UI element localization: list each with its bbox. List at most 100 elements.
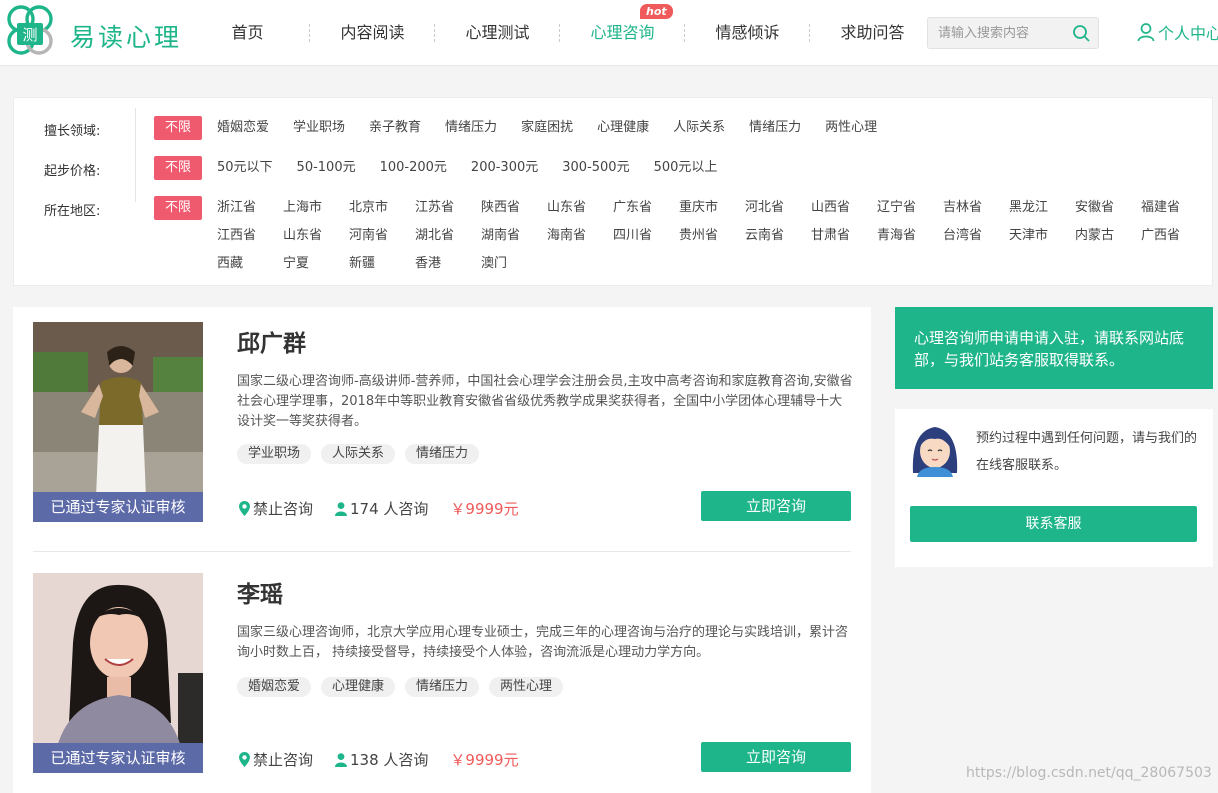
filter-option[interactable]: 河南省 [349,224,391,252]
filter-label: 起步价格: [44,164,101,179]
filter-option[interactable]: 福建省 [1141,196,1183,224]
service-help-text: 预约过程中遇到任何问题，请与我们的在线客服联系。 [976,431,1198,473]
filter-option[interactable]: 上海市 [283,196,325,224]
filter-option[interactable]: 广西省 [1141,224,1183,252]
filter-option[interactable]: 天津市 [1009,224,1051,252]
filter-option[interactable]: 湖北省 [415,224,457,252]
search-icon[interactable] [1072,24,1090,42]
user-icon [1137,23,1155,42]
consultant-name[interactable]: 李瑶 [237,575,283,609]
consult-now-button[interactable]: 立即咨询 [701,491,851,521]
filter-option[interactable]: 海南省 [547,224,589,252]
search-input[interactable] [928,18,1063,48]
filter-option[interactable]: 300-500元 [562,156,629,184]
consultant-card: 已通过专家认证审核 邱广群 国家二级心理咨询师-高级讲师-营养师，中国社会心理学… [33,322,853,552]
consultant-tag: 婚姻恋爱 [237,677,312,697]
filter-option[interactable]: 安徽省 [1075,196,1117,224]
filter-option[interactable]: 200-300元 [471,156,538,184]
location-info: 禁止咨询 [239,498,313,519]
watermark-url: https://blog.csdn.net/qq_28067503 [966,765,1212,781]
filter-option[interactable]: 亲子教育 [369,116,421,144]
filter-option[interactable]: 人际关系 [673,116,725,144]
filter-option[interactable]: 50元以下 [217,156,273,184]
user-center-link[interactable]: 个人中心 [1136,20,1218,44]
filter-option[interactable]: 新疆 [349,252,391,280]
filter-option[interactable]: 黑龙江 [1009,196,1051,224]
top-header: 测 易读心理 首页 内容阅读 心理测试 心理咨询 hot 情感倾诉 求助问答 个… [0,0,1218,66]
nav-qa[interactable]: 求助问答 [810,21,935,45]
filter-option[interactable]: 婚姻恋爱 [217,116,269,144]
filter-option[interactable]: 北京市 [349,196,391,224]
user-center-label: 个人中心 [1158,24,1218,43]
filter-option[interactable]: 澳门 [481,252,523,280]
nav-counseling[interactable]: 心理咨询 hot [560,4,685,45]
filter-option[interactable]: 青海省 [877,224,919,252]
consultant-tag: 人际关系 [321,444,396,464]
filter-all-button[interactable]: 不限 [154,196,202,220]
filter-all-button[interactable]: 不限 [154,156,202,180]
filter-option[interactable]: 学业职场 [293,116,345,144]
filter-option[interactable]: 心理健康 [597,116,649,144]
filter-options: 婚姻恋爱 学业职场 亲子教育 情绪压力 家庭困扰 心理健康 人际关系 情绪压力 … [217,116,1207,144]
filter-label: 所在地区: [44,204,101,219]
location-text: 禁止咨询 [253,500,314,518]
filter-option[interactable]: 辽宁省 [877,196,919,224]
filter-option[interactable]: 云南省 [745,224,787,252]
filter-option[interactable]: 两性心理 [825,116,877,144]
filter-option[interactable]: 100-200元 [380,156,447,184]
logo-text: 易读心理 [70,23,183,52]
filter-option[interactable]: 家庭困扰 [521,116,573,144]
filter-option[interactable]: 江西省 [217,224,259,252]
filter-option[interactable]: 吉林省 [943,196,985,224]
filter-option[interactable]: 广东省 [613,196,655,224]
filter-option[interactable]: 情绪压力 [749,116,801,144]
consultant-description: 国家三级心理咨询师，北京大学应用心理专业硕士，完成三年的心理咨询与治疗的理论与实… [237,625,849,660]
consultant-tags: 学业职场 人际关系 情绪压力 [237,444,489,464]
consultant-tag: 情绪压力 [405,677,480,697]
filter-option[interactable]: 500元以上 [654,156,718,184]
verified-badge: 已通过专家认证审核 [33,743,203,773]
nav-home[interactable]: 首页 [185,21,310,45]
filter-option[interactable]: 50-100元 [297,156,356,184]
site-logo[interactable]: 测 易读心理 [2,4,182,60]
filter-option[interactable]: 贵州省 [679,224,721,252]
filter-option[interactable]: 山东省 [283,224,325,252]
consult-count: 138 人咨询 [335,749,428,770]
filter-option[interactable]: 甘肃省 [811,224,853,252]
filter-option[interactable]: 湖南省 [481,224,523,252]
nav-content-reading[interactable]: 内容阅读 [310,21,435,45]
main-nav: 首页 内容阅读 心理测试 心理咨询 hot 情感倾诉 求助问答 [185,0,935,66]
filter-option[interactable]: 重庆市 [679,196,721,224]
filter-option[interactable]: 河北省 [745,196,787,224]
location-text: 禁止咨询 [253,751,314,769]
filter-option[interactable]: 山西省 [811,196,853,224]
consult-price: ￥9999元 [450,751,519,769]
filter-options: 50元以下 50-100元 100-200元 200-300元 300-500元… [217,156,1207,184]
filter-option[interactable]: 宁夏 [283,252,325,280]
nav-emotion-talk[interactable]: 情感倾诉 [685,21,810,45]
filter-option[interactable]: 香港 [415,252,457,280]
person-icon [335,752,348,767]
consultant-name[interactable]: 邱广群 [237,324,306,358]
consult-now-button[interactable]: 立即咨询 [701,742,851,772]
filter-option[interactable]: 陕西省 [481,196,523,224]
location-pin-icon [239,752,250,767]
contact-service-button[interactable]: 联系客服 [910,506,1197,542]
customer-service-panel: 预约过程中遇到任何问题，请与我们的在线客服联系。 联系客服 [895,409,1213,567]
filter-option[interactable]: 情绪压力 [445,116,497,144]
filter-option[interactable]: 浙江省 [217,196,259,224]
filter-option[interactable]: 台湾省 [943,224,985,252]
filter-option[interactable]: 山东省 [547,196,589,224]
consult-count-text: 174 人咨询 [350,500,429,518]
consultant-tag: 情绪压力 [405,444,480,464]
filter-label: 擅长领域: [44,124,101,139]
filter-option[interactable]: 内蒙古 [1075,224,1117,252]
filter-option[interactable]: 四川省 [613,224,655,252]
filter-option[interactable]: 西藏 [217,252,259,280]
person-icon [335,501,348,516]
filter-all-button[interactable]: 不限 [154,116,202,140]
consult-price: ￥9999元 [450,500,519,518]
nav-psych-test[interactable]: 心理测试 [435,21,560,45]
verified-badge: 已通过专家认证审核 [33,492,203,522]
filter-option[interactable]: 江苏省 [415,196,457,224]
